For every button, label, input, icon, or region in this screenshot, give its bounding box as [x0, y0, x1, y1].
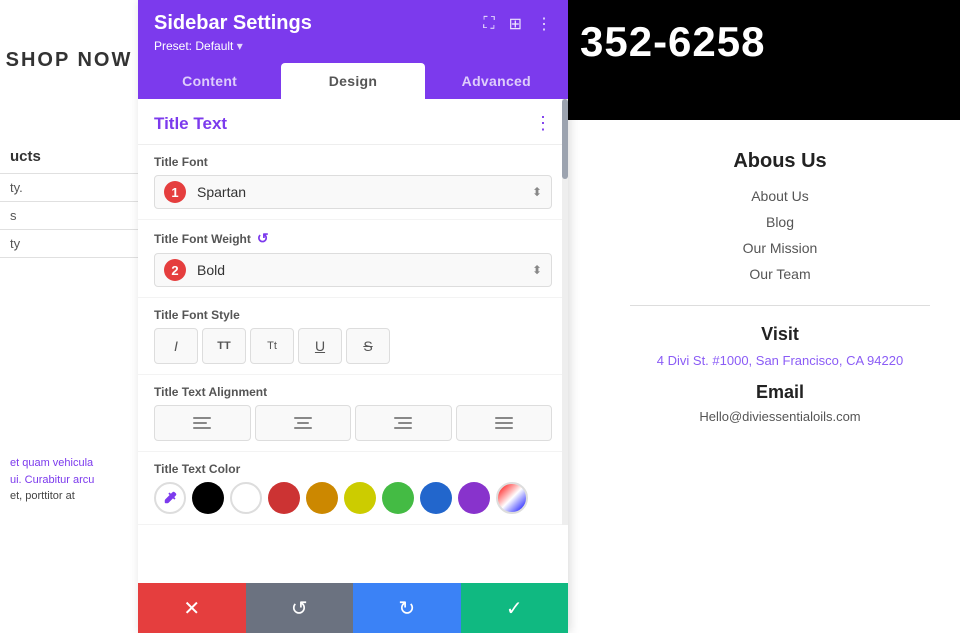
panel-body: Title Text ⋮ Title Font 1 Spartan Arial …	[138, 99, 568, 583]
capitalize-button[interactable]: Tt	[250, 328, 294, 364]
panel-preset[interactable]: Preset: Default ▾	[154, 39, 552, 53]
badge-2: 2	[164, 259, 186, 281]
panel-footer: ✕ ↺ ↻ ✓	[138, 583, 568, 633]
gradient-swatch[interactable]	[496, 482, 528, 514]
title-font-select[interactable]: Spartan Arial Georgia Helvetica Open San…	[154, 175, 552, 209]
title-text-alignment-label: Title Text Alignment	[154, 385, 552, 399]
title-text-color-field: Title Text Color	[138, 452, 568, 525]
phone-number: 352-6258	[580, 18, 766, 66]
style-buttons: I TT Tt U S	[154, 328, 552, 364]
title-font-style-label: Title Font Style	[154, 308, 552, 322]
reset-icon[interactable]: ↺	[257, 230, 269, 247]
left-nav-item: ty.	[0, 174, 138, 202]
save-button[interactable]: ✓	[461, 583, 569, 633]
section-dots-icon[interactable]: ⋮	[534, 113, 552, 134]
tab-design[interactable]: Design	[281, 63, 424, 99]
fullscreen-icon[interactable]: ⛶	[483, 15, 494, 33]
title-font-select-wrapper: 1 Spartan Arial Georgia Helvetica Open S…	[154, 175, 552, 209]
underline-button[interactable]: U	[298, 328, 342, 364]
yellow-swatch[interactable]	[344, 482, 376, 514]
section-heading: Title Text ⋮	[138, 99, 568, 145]
shop-now-area: shoP Now	[0, 0, 138, 120]
color-swatches	[154, 482, 552, 514]
eyedropper-swatch[interactable]	[154, 482, 186, 514]
visit-address: 4 Divi St. #1000, San Francisco, CA 9422…	[630, 353, 930, 368]
mission-link[interactable]: Our Mission	[630, 235, 930, 261]
orange-swatch[interactable]	[306, 482, 338, 514]
email-address: Hello@diviessentialoils.com	[630, 409, 930, 424]
title-font-style-field: Title Font Style I TT Tt U S	[138, 298, 568, 375]
panel-header: Sidebar Settings ⛶ ⊞ ⋮ Preset: Default ▾	[138, 0, 568, 63]
title-font-weight-label: Title Font Weight ↺	[154, 230, 552, 247]
cancel-button[interactable]: ✕	[138, 583, 246, 633]
left-nav-item: s	[0, 202, 138, 230]
team-link[interactable]: Our Team	[630, 261, 930, 287]
visit-title: Visit	[630, 324, 930, 345]
section-heading-text: Title Text	[154, 114, 227, 134]
tab-advanced[interactable]: Advanced	[425, 63, 568, 99]
italic-button[interactable]: I	[154, 328, 198, 364]
visit-section: Visit 4 Divi St. #1000, San Francisco, C…	[630, 324, 930, 424]
redo-button[interactable]: ↻	[353, 583, 461, 633]
blog-link[interactable]: Blog	[630, 209, 930, 235]
align-left-button[interactable]	[154, 405, 251, 441]
align-justify-button[interactable]	[456, 405, 553, 441]
divider	[630, 305, 930, 306]
scroll-indicator	[562, 99, 568, 525]
title-text-alignment-field: Title Text Alignment	[138, 375, 568, 452]
blue-swatch[interactable]	[420, 482, 452, 514]
grid-icon[interactable]: ⊞	[509, 14, 522, 34]
title-font-weight-select-wrapper: 2 Thin Light Regular Bold Extra Bold ⬍	[154, 253, 552, 287]
left-nav: ucts ty. s ty	[0, 130, 138, 268]
black-swatch[interactable]	[192, 482, 224, 514]
title-text-color-label: Title Text Color	[154, 462, 552, 476]
right-column: Abous Us About Us Blog Our Mission Our T…	[600, 130, 960, 444]
undo-button[interactable]: ↺	[246, 583, 354, 633]
title-font-weight-select[interactable]: Thin Light Regular Bold Extra Bold	[154, 253, 552, 287]
more-options-icon[interactable]: ⋮	[536, 14, 552, 34]
align-buttons	[154, 405, 552, 441]
bottom-paragraph: et quam vehiculaui. Curabitur arcu et, p…	[0, 450, 138, 510]
title-font-field: Title Font 1 Spartan Arial Georgia Helve…	[138, 145, 568, 220]
email-title: Email	[630, 382, 930, 403]
left-nav-title: ucts	[0, 140, 138, 174]
title-font-label: Title Font	[154, 155, 552, 169]
sidebar-panel: Sidebar Settings ⛶ ⊞ ⋮ Preset: Default ▾…	[138, 0, 568, 633]
purple-swatch[interactable]	[458, 482, 490, 514]
scroll-thumb	[562, 99, 568, 179]
strikethrough-button[interactable]: S	[346, 328, 390, 364]
red-swatch[interactable]	[268, 482, 300, 514]
title-font-weight-field: Title Font Weight ↺ 2 Thin Light Regular…	[138, 220, 568, 298]
align-right-button[interactable]	[355, 405, 452, 441]
panel-tabs: Content Design Advanced	[138, 63, 568, 99]
left-nav-item: ty	[0, 230, 138, 258]
about-title: Abous Us	[630, 150, 930, 173]
green-swatch[interactable]	[382, 482, 414, 514]
uppercase-button[interactable]: TT	[202, 328, 246, 364]
shop-now-text: shoP Now	[6, 49, 133, 72]
align-center-button[interactable]	[255, 405, 352, 441]
panel-title: Sidebar Settings	[154, 12, 312, 35]
panel-header-icons: ⛶ ⊞ ⋮	[483, 14, 552, 34]
about-us-link[interactable]: About Us	[630, 183, 930, 209]
tab-content[interactable]: Content	[138, 63, 281, 99]
white-swatch[interactable]	[230, 482, 262, 514]
badge-1: 1	[164, 181, 186, 203]
